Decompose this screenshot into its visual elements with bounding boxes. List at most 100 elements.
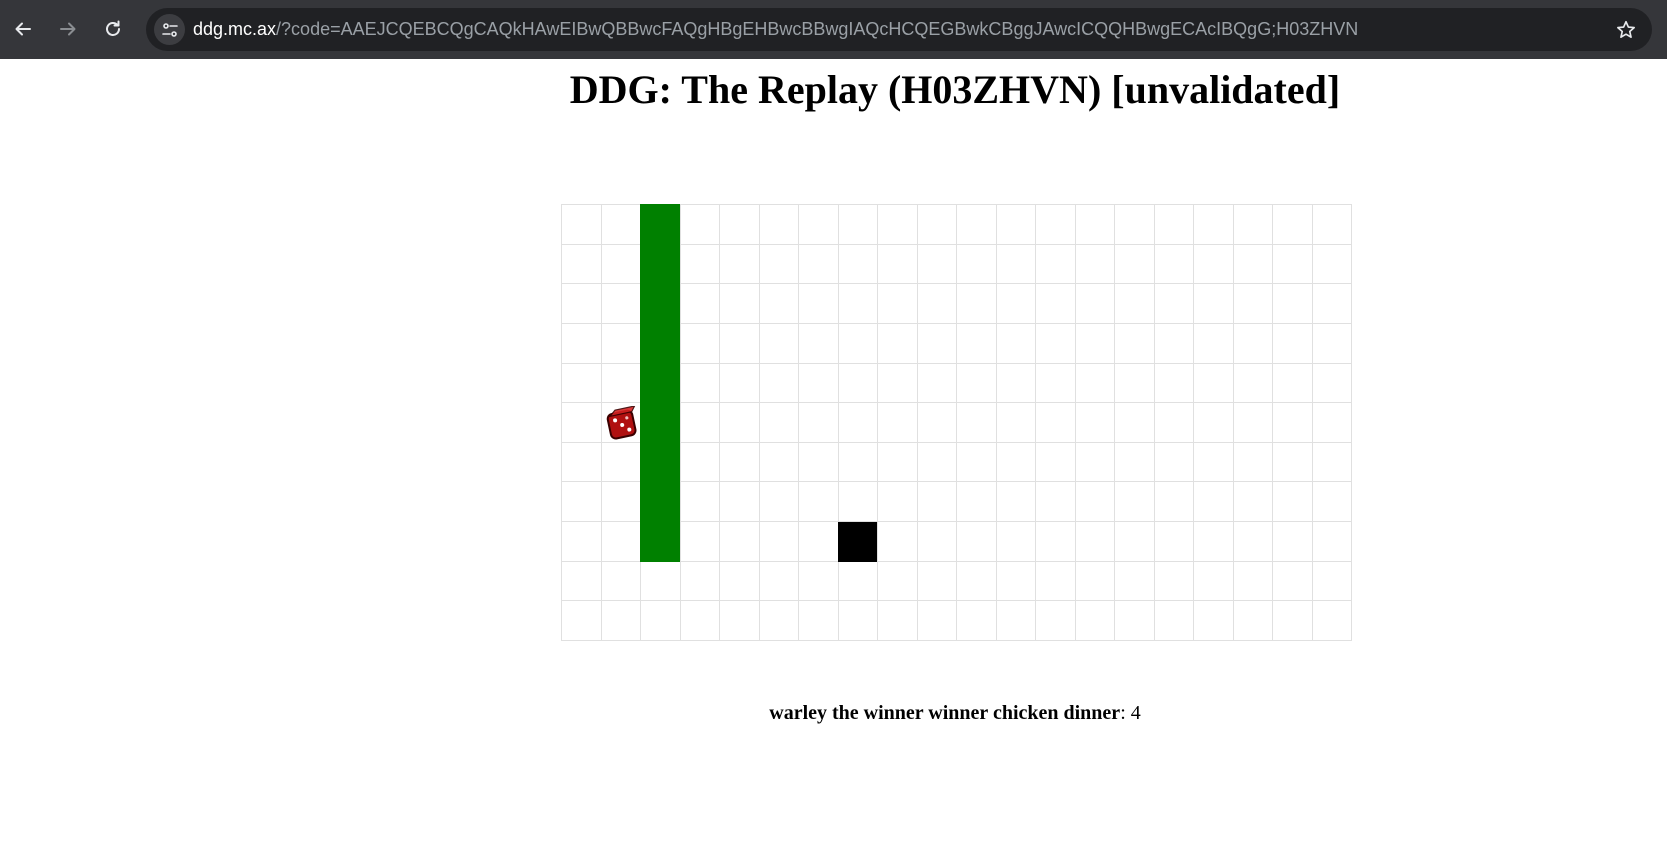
grid-cell [720,442,760,483]
grid-cell [957,284,997,324]
grid-cell [562,522,602,562]
grid-cell [1273,561,1313,602]
bookmark-button[interactable] [1614,18,1638,42]
grid-cell [1194,482,1234,523]
grid-cell [799,482,839,523]
grid-cell [957,244,997,285]
reload-button[interactable] [95,11,131,47]
grid-cell [1312,482,1352,523]
grid-cell [917,284,957,324]
grid-cell [1036,482,1076,523]
grid-cell [838,403,878,443]
grid-cell [1273,482,1313,523]
grid-cell [1194,561,1234,602]
grid-cell [759,482,799,523]
grid-cell [1312,522,1352,562]
grid-cell [1194,522,1234,562]
grid-cell [1194,284,1234,324]
grid-cell [1273,442,1313,483]
grid-cell [1036,403,1076,443]
grid-cell [759,442,799,483]
grid-cell [799,323,839,364]
grid-cell [996,284,1036,324]
grid-cell [759,205,799,245]
grid-cell [1273,403,1313,443]
grid-cell [720,561,760,602]
score-line: warley the winner winner chicken dinner:… [0,702,1667,725]
grid-cell [799,363,839,404]
grid-cell [1273,363,1313,404]
url-text[interactable]: ddg.mc.ax/?code=AAEJCQEBCQgCAQkHAwEIBwQB… [193,8,1358,51]
grid-cell [878,363,918,404]
back-button[interactable] [5,11,41,47]
grid-cell [996,482,1036,523]
grid-cell [680,363,720,404]
page-title: DDG: The Replay (H03ZHVN) [unvalidated] [569,67,1341,112]
grid-cell [996,205,1036,245]
grid-cell [1115,561,1155,602]
grid-cell [1312,323,1352,364]
black-block [837,521,878,562]
address-bar[interactable]: ddg.mc.ax/?code=AAEJCQEBCQgCAQkHAwEIBwQB… [146,8,1652,51]
grid-cell [917,363,957,404]
back-arrow-icon [15,22,31,36]
grid-cell [917,482,957,523]
grid-cell [838,561,878,602]
grid-cell [1075,522,1115,562]
grid-cell [562,244,602,285]
grid-cell [562,284,602,324]
grid-cell [1075,403,1115,443]
grid-cell [562,561,602,602]
grid-cell [1273,522,1313,562]
grid-cell [759,244,799,285]
grid-cell [759,284,799,324]
grid-cell [1075,482,1115,523]
site-info-button[interactable] [154,14,185,45]
grid-cell [996,601,1036,641]
forward-button[interactable] [50,11,86,47]
grid-cell [1312,442,1352,483]
grid-cell [878,442,918,483]
grid-cell [1194,244,1234,285]
grid-cell [601,561,641,602]
grid-cell [641,601,681,641]
grid-cell [878,244,918,285]
grid-cell [1115,482,1155,523]
grid-cell [759,522,799,562]
red-dice-icon [606,406,637,440]
grid-cell [1154,482,1194,523]
grid-cell [917,205,957,245]
grid-cell [1154,323,1194,364]
green-wall [640,204,680,562]
grid-cell [799,601,839,641]
score-separator: : [1120,702,1131,724]
grid-cell [1154,244,1194,285]
grid-cell [680,482,720,523]
grid-cell [680,403,720,443]
grid-cell [1194,205,1234,245]
grid-cell [957,561,997,602]
grid-cell [1312,363,1352,404]
grid-cell [1194,363,1234,404]
site-info-icon [161,22,178,37]
grid-cell [1036,363,1076,404]
bookmark-star-icon [1617,20,1635,38]
browser-toolbar: ddg.mc.ax/?code=AAEJCQEBCQgCAQkHAwEIBwQB… [0,0,1667,59]
grid-cell [1273,601,1313,641]
reload-icon [106,20,120,36]
grid-cell [996,522,1036,562]
grid-cell [1075,284,1115,324]
grid-cell [601,284,641,324]
grid-cell [996,244,1036,285]
score-value: 4 [1130,702,1141,724]
grid-cell [957,323,997,364]
grid-cell [1036,323,1076,364]
grid-cell [1154,284,1194,324]
grid-cell [1115,403,1155,443]
grid-cell [680,284,720,324]
grid-cell [1115,244,1155,285]
grid-cell [1075,323,1115,364]
game-board[interactable] [561,204,1352,641]
grid-cell [562,601,602,641]
grid-cell [1075,561,1115,602]
